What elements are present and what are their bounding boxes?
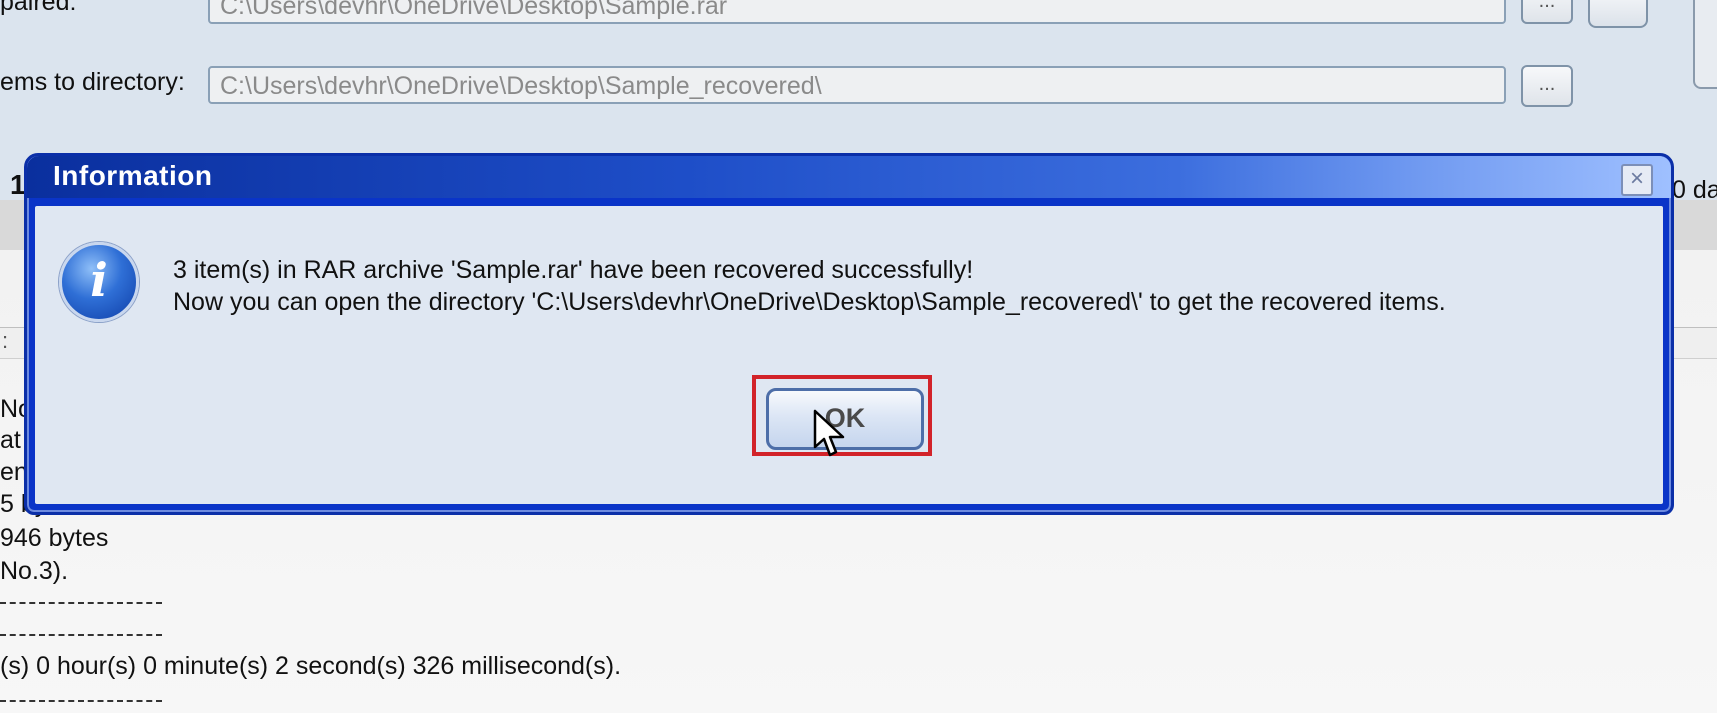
log-separator <box>0 700 162 702</box>
close-icon: × <box>1629 165 1644 192</box>
dialog-message-line1: 3 item(s) in RAR archive 'Sample.rar' ha… <box>173 256 974 284</box>
dialog-title: Information <box>53 160 213 191</box>
archive-path-field[interactable]: C:\Users\devhr\OneDrive\Desktop\Sample.r… <box>208 0 1506 24</box>
log-header-text: : <box>2 328 9 353</box>
output-browse-button[interactable]: ... <box>1521 65 1573 107</box>
info-icon: i <box>59 242 139 322</box>
archive-label: paired: <box>0 0 77 16</box>
archive-browse-button[interactable]: ... <box>1521 0 1573 24</box>
dialog-message-line2: Now you can open the directory 'C:\Users… <box>173 288 1446 316</box>
info-glyph: i <box>90 253 108 307</box>
side-panel-edge <box>1693 0 1717 89</box>
log-line: 946 bytes <box>0 524 109 552</box>
output-directory-label: ems to directory: <box>0 68 185 96</box>
information-dialog: Information × i 3 item(s) in RAR archive… <box>24 153 1674 515</box>
log-separator <box>0 602 162 604</box>
mouse-cursor-icon <box>813 409 845 457</box>
log-line: at <box>0 426 21 454</box>
log-line: (s) 0 hour(s) 0 minute(s) 2 second(s) 32… <box>0 652 622 680</box>
log-separator <box>0 634 162 636</box>
dialog-titlebar[interactable]: Information × <box>27 156 1671 198</box>
close-button[interactable]: × <box>1621 164 1653 196</box>
repair-tool-button[interactable] <box>1588 0 1648 28</box>
status-text-partial: 0 da <box>1672 176 1717 204</box>
output-directory-field[interactable]: C:\Users\devhr\OneDrive\Desktop\Sample_r… <box>208 66 1506 104</box>
dialog-body: i 3 item(s) in RAR archive 'Sample.rar' … <box>35 206 1663 504</box>
log-line: No.3). <box>0 557 69 585</box>
